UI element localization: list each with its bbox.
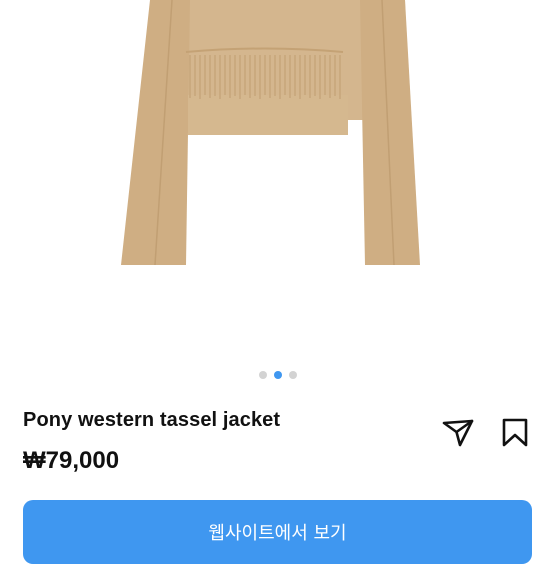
- product-title: Pony western tassel jacket: [23, 409, 281, 431]
- carousel-dot[interactable]: [258, 371, 267, 379]
- send-icon: [442, 419, 474, 447]
- bookmark-icon: [502, 418, 528, 447]
- view-website-button[interactable]: 웹사이트에서 보기: [23, 500, 532, 564]
- carousel-indicator[interactable]: [0, 371, 555, 379]
- carousel-dot-active[interactable]: [273, 371, 282, 379]
- product-image[interactable]: [0, 0, 555, 360]
- save-button[interactable]: [498, 415, 532, 449]
- product-price: ₩79,000: [23, 447, 120, 474]
- share-button[interactable]: [441, 415, 475, 449]
- carousel-dot[interactable]: [288, 371, 297, 379]
- jacket-illustration: [121, 0, 420, 266]
